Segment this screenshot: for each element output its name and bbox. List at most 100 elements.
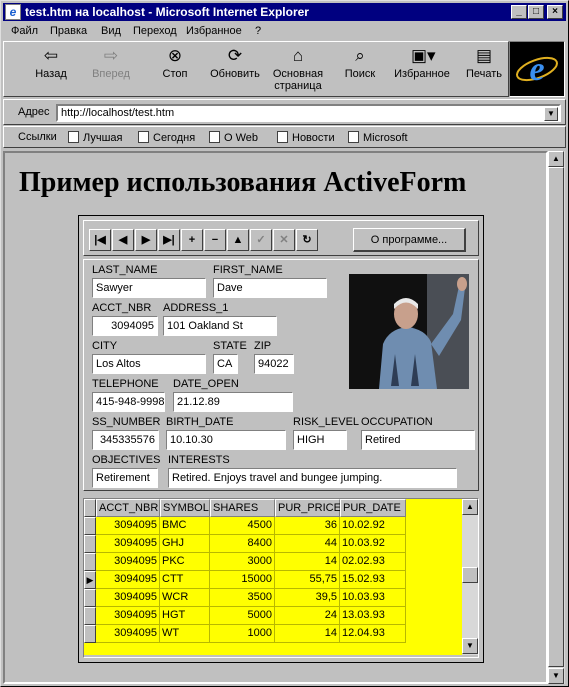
menu-file[interactable]: Файл <box>11 25 38 37</box>
state-field[interactable]: CA <box>213 354 238 374</box>
edit-record-button[interactable]: ▲ <box>227 229 249 251</box>
grid-cell-pur-date[interactable]: 10.03.92 <box>340 535 406 553</box>
menu-favorites[interactable]: Избранное <box>186 25 242 37</box>
grid-cell-shares[interactable]: 3000 <box>210 553 275 571</box>
telephone-field[interactable]: 415-948-9998 <box>92 392 165 412</box>
forward-button[interactable]: ⇨ Вперед <box>80 46 142 96</box>
grid-cell-acct-nbr[interactable]: 3094095 <box>96 517 160 535</box>
menu-edit[interactable]: Правка <box>50 25 87 37</box>
menu-view[interactable]: Вид <box>101 25 121 37</box>
city-field[interactable]: Los Altos <box>92 354 206 374</box>
grid-scrollbar[interactable]: ▲ ▼ <box>462 499 478 655</box>
link-best[interactable]: Лучшая <box>68 131 122 144</box>
print-button[interactable]: ▤ Печать <box>453 46 515 96</box>
birth-date-field[interactable]: 10.10.30 <box>166 430 286 450</box>
grid-cell-pur-price[interactable]: 24 <box>275 607 340 625</box>
grid-cell-pur-date[interactable]: 02.02.93 <box>340 553 406 571</box>
grid-cell-acct-nbr[interactable]: 3094095 <box>96 589 160 607</box>
grid-cell-shares[interactable]: 4500 <box>210 517 275 535</box>
acct-nbr-field[interactable]: 3094095 <box>92 316 158 336</box>
page-scrollbar[interactable]: ▲ ▼ <box>548 151 565 684</box>
grid-cell-acct-nbr[interactable]: 3094095 <box>96 625 160 643</box>
zip-field[interactable]: 94022 <box>254 354 294 374</box>
refresh-button[interactable]: ⟳ Обновить <box>204 46 266 96</box>
next-record-button[interactable]: ▶ <box>135 229 157 251</box>
grid-cell-acct-nbr[interactable]: 3094095 <box>96 571 160 589</box>
page-scroll-down-button[interactable]: ▼ <box>548 668 564 684</box>
page-scroll-thumb[interactable] <box>548 167 564 667</box>
grid-cell-symbol[interactable]: CTT <box>160 571 210 589</box>
grid-header-acct-nbr[interactable]: ACCT_NBR <box>96 499 160 517</box>
post-record-button[interactable]: ✓ <box>250 229 272 251</box>
grid-cell-acct-nbr[interactable]: 3094095 <box>96 553 160 571</box>
row-indicator[interactable] <box>84 625 96 643</box>
row-indicator[interactable] <box>84 535 96 553</box>
grid-cell-pur-price[interactable]: 14 <box>275 625 340 643</box>
link-today[interactable]: Сегодня <box>138 131 195 144</box>
grid-header-pur-date[interactable]: PUR_DATE <box>340 499 406 517</box>
grid-cell-symbol[interactable]: BMC <box>160 517 210 535</box>
grid-header-symbol[interactable]: SYMBOL <box>160 499 210 517</box>
ss-number-field[interactable]: 345335576 <box>92 430 159 450</box>
grid-cell-pur-price[interactable]: 55,75 <box>275 571 340 589</box>
first-record-button[interactable]: |◀ <box>89 229 111 251</box>
link-about-web[interactable]: О Web <box>209 131 258 144</box>
last-name-field[interactable]: Sawyer <box>92 278 206 298</box>
menu-go[interactable]: Переход <box>133 25 177 37</box>
grid-cell-pur-date[interactable]: 10.03.93 <box>340 589 406 607</box>
grid-cell-pur-price[interactable]: 14 <box>275 553 340 571</box>
link-microsoft[interactable]: Microsoft <box>348 131 408 144</box>
grid-cell-symbol[interactable]: GHJ <box>160 535 210 553</box>
close-button[interactable]: × <box>547 5 563 19</box>
cancel-edit-button[interactable]: ✕ <box>273 229 295 251</box>
back-button[interactable]: ⇦ Назад <box>20 46 82 96</box>
delete-record-button[interactable]: − <box>204 229 226 251</box>
maximize-button[interactable]: □ <box>528 5 544 19</box>
grid-cell-shares[interactable]: 5000 <box>210 607 275 625</box>
grid-cell-pur-date[interactable]: 12.04.93 <box>340 625 406 643</box>
grid-cell-shares[interactable]: 8400 <box>210 535 275 553</box>
refresh-data-button[interactable]: ↻ <box>296 229 318 251</box>
grid-cell-pur-date[interactable]: 13.03.93 <box>340 607 406 625</box>
grid-cell-pur-price[interactable]: 39,5 <box>275 589 340 607</box>
occupation-field[interactable]: Retired <box>361 430 475 450</box>
grid-cell-symbol[interactable]: WT <box>160 625 210 643</box>
grid-cell-pur-price[interactable]: 36 <box>275 517 340 535</box>
first-name-field[interactable]: Dave <box>213 278 327 298</box>
link-news[interactable]: Новости <box>277 131 335 144</box>
grid-scroll-up-button[interactable]: ▲ <box>462 499 478 515</box>
holdings-grid[interactable]: ACCT_NBR SYMBOL SHARES PUR_PRICE PUR_DATE 309… <box>84 499 462 655</box>
row-indicator[interactable] <box>84 517 96 535</box>
minimize-button[interactable]: _ <box>511 5 527 19</box>
address-input[interactable]: http://localhost/test.htm ▼ <box>56 104 561 122</box>
date-open-field[interactable]: 21.12.89 <box>173 392 293 412</box>
grid-cell-symbol[interactable]: PKC <box>160 553 210 571</box>
grid-cell-symbol[interactable]: WCR <box>160 589 210 607</box>
grid-cell-shares[interactable]: 3500 <box>210 589 275 607</box>
grid-cell-shares[interactable]: 1000 <box>210 625 275 643</box>
grid-cell-pur-date[interactable]: 10.02.92 <box>340 517 406 535</box>
row-indicator[interactable] <box>84 553 96 571</box>
about-button[interactable]: О программе... <box>353 228 466 252</box>
interests-field[interactable]: Retired. Enjoys travel and bungee jumpin… <box>168 468 457 488</box>
grid-header-shares[interactable]: SHARES <box>210 499 275 517</box>
prior-record-button[interactable]: ◀ <box>112 229 134 251</box>
address-1-field[interactable]: 101 Oakland St <box>163 316 277 336</box>
home-button[interactable]: ⌂ Основная страница <box>267 46 329 96</box>
grid-cell-acct-nbr[interactable]: 3094095 <box>96 535 160 553</box>
grid-scroll-down-button[interactable]: ▼ <box>462 638 478 654</box>
search-button[interactable]: ⌕ Поиск <box>329 46 391 96</box>
row-indicator[interactable] <box>84 607 96 625</box>
grid-cell-acct-nbr[interactable]: 3094095 <box>96 607 160 625</box>
grid-cell-pur-date[interactable]: 15.02.93 <box>340 571 406 589</box>
insert-record-button[interactable]: + <box>181 229 203 251</box>
stop-button[interactable]: ⊗ Стоп <box>144 46 206 96</box>
page-scroll-up-button[interactable]: ▲ <box>548 151 564 167</box>
current-row-indicator[interactable]: ▶ <box>84 571 96 589</box>
grid-cell-pur-price[interactable]: 44 <box>275 535 340 553</box>
menu-help[interactable]: ? <box>255 25 261 37</box>
objectives-field[interactable]: Retirement <box>92 468 158 488</box>
risk-level-field[interactable]: HIGH <box>293 430 347 450</box>
grid-scroll-thumb[interactable] <box>462 567 478 583</box>
favorites-button[interactable]: ▣▾ Избранное <box>391 46 453 96</box>
